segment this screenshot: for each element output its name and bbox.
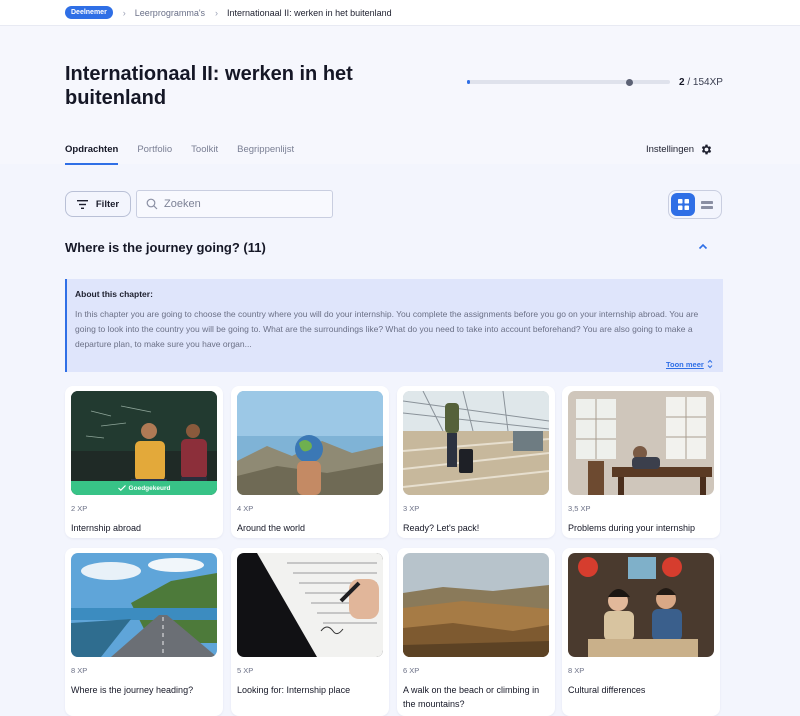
card-xp: 8 XP [568,666,585,675]
card-image-globe [237,391,383,495]
expand-icon [707,359,713,369]
tab-glossary[interactable]: Begrippenlijst [237,144,294,165]
card-xp: 6 XP [403,666,420,675]
list-icon [701,200,713,209]
airport-photo [403,391,549,495]
card-title: Cultural differences [568,685,646,695]
chapter-title: Where is the journey going? (11) [65,240,266,255]
approved-badge: Goedgekeurd [71,481,217,495]
about-heading: About this chapter: [75,289,153,299]
card-image-contract [237,553,383,657]
show-more-link[interactable]: Toon meer [666,359,713,369]
card-image-airport [403,391,549,495]
about-text: In this chapter you are going to choose … [75,309,699,349]
room-photo [568,391,714,495]
card-title: Problems during your internship [568,523,696,533]
card-image-road [71,553,217,657]
classroom-photo [71,391,217,495]
breadcrumb: Deelnemer › Leerprogramma's › Internatio… [0,0,800,26]
filter-button[interactable]: Filter [65,191,131,217]
search-icon [146,198,158,210]
settings-button[interactable]: Instellingen [646,143,713,156]
globe-photo [237,391,383,495]
card-title: Looking for: Internship place [237,685,351,695]
search-field[interactable] [136,190,333,218]
card-title: Internship abroad [71,523,142,533]
page-header: Internationaal II: werken in het buitenl… [0,26,800,165]
tab-toolkit[interactable]: Toolkit [191,144,218,165]
check-icon [117,485,126,491]
card-xp: 8 XP [71,666,88,675]
assignment-card[interactable]: 6 XP A walk on the beach or climbing in … [397,548,555,716]
assignment-card[interactable]: 4 XP Around the world [231,386,389,538]
gear-icon [701,144,712,155]
xp-total: / 154XP [684,77,723,88]
card-title: Around the world [237,523,306,533]
contract-photo [237,553,383,657]
list-view-button[interactable] [695,193,719,216]
card-image-restaurant [568,553,714,657]
settings-label: Instellingen [646,144,695,155]
assignment-card[interactable]: 8 XP Cultural differences [562,548,720,716]
xp-progress-marker [625,78,633,86]
breadcrumb-current: Internationaal II: werken in het buitenl… [227,7,392,18]
role-badge: Deelnemer [65,6,113,19]
card-image-room [568,391,714,495]
assignment-card[interactable]: 5 XP Looking for: Internship place [231,548,389,716]
card-xp: 3 XP [403,504,420,513]
xp-counter: 2 / 154XP [679,77,723,88]
card-xp: 4 XP [237,504,254,513]
page-title: Internationaal II: werken in het buitenl… [65,63,353,109]
grid-view-button[interactable] [671,193,695,216]
card-image-landscape [403,553,549,657]
coastal-road-photo [71,553,217,657]
card-xp: 5 XP [237,666,254,675]
chevron-right-icon: › [215,7,219,18]
card-title: Where is the journey heading? [71,685,194,695]
grid-icon [677,199,689,210]
assignment-card[interactable]: 3,5 XP Problems during your internship [562,386,720,538]
breadcrumb-link-programmes[interactable]: Leerprogramma's [135,8,205,18]
filter-label: Filter [95,198,120,210]
filter-icon [76,199,88,209]
tab-assignments[interactable]: Opdrachten [65,144,119,165]
card-title: Ready? Let's pack! [403,523,480,533]
tab-portfolio[interactable]: Portfolio [137,144,172,165]
assignment-card[interactable]: Goedgekeurd 2 XP Internship abroad [65,386,223,538]
restaurant-photo [568,553,714,657]
xp-progress-bar [467,78,670,86]
approved-label: Goedgekeurd [128,484,171,492]
chevron-right-icon: › [122,7,126,18]
card-xp: 3,5 XP [568,504,591,513]
tab-bar: Opdrachten Portfolio Toolkit Begrippenli… [65,144,313,165]
view-toggle [668,190,722,219]
landscape-photo [403,553,549,657]
assignment-card[interactable]: 3 XP Ready? Let's pack! [397,386,555,538]
assignment-card[interactable]: 8 XP Where is the journey heading? [65,548,223,716]
search-input[interactable] [164,198,324,210]
show-more-label: Toon meer [666,359,704,369]
chapter-about-box: About this chapter: In this chapter you … [65,279,723,372]
card-xp: 2 XP [71,504,88,513]
xp-progress-fill [467,80,470,84]
card-title: A walk on the beach or climbing in the m… [403,685,540,709]
chevron-up-icon[interactable] [698,243,708,250]
card-image-classroom: Goedgekeurd [71,391,217,495]
